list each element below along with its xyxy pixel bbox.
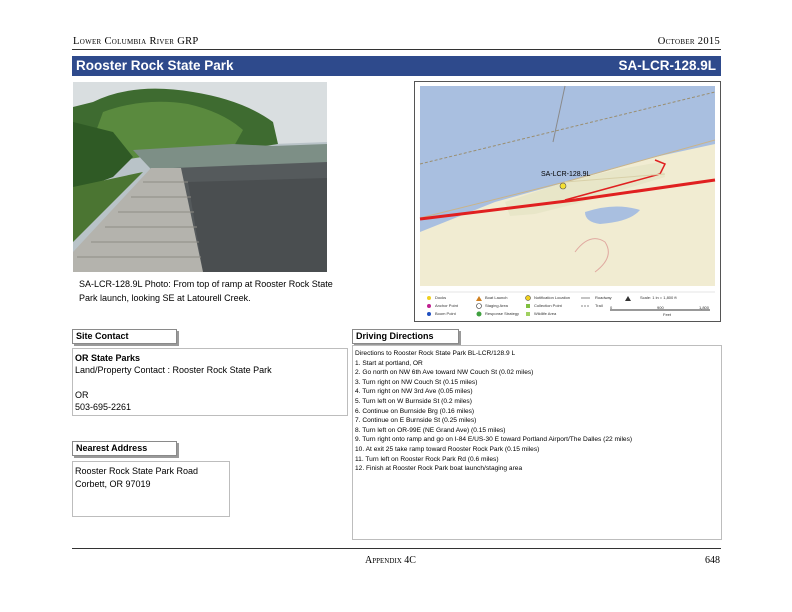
legend-collection: Collection Point <box>534 303 562 308</box>
legend-notification: Notification Location <box>534 295 571 300</box>
title-bar: Rooster Rock State Park SA-LCR-128.9L <box>72 56 721 76</box>
contact-line: Land/Property Contact : Rooster Rock Sta… <box>75 365 272 375</box>
legend-scale: Scale: 1 in = 1,800 ft <box>640 295 677 300</box>
driving-directions-label: Driving Directions <box>352 329 459 344</box>
nearest-address-panel: Rooster Rock State Park Road Corbett, OR… <box>72 461 230 517</box>
photo-caption: SA-LCR-128.9L Photo: From top of ramp at… <box>79 279 333 303</box>
scale-label-1800: 1,800 <box>699 305 710 310</box>
header-rule <box>72 49 721 50</box>
site-name: Rooster Rock State Park <box>76 58 234 73</box>
legend-boom: Boom Point <box>435 311 456 316</box>
direction-step: 1. Start at portland, OR <box>355 359 423 367</box>
legend-strategy: Response Strategy <box>485 311 520 316</box>
legend-trail: Trail <box>595 303 603 308</box>
direction-step: 11. Turn left on Rooster Rock Park Rd (0… <box>355 455 499 463</box>
nearest-address-label: Nearest Address <box>72 441 177 456</box>
scale-unit: Feet <box>663 312 672 317</box>
site-contact-panel: OR State Parks Land/Property Contact : R… <box>72 348 348 416</box>
direction-step: 6. Continue on Burnside Brg (0.16 miles) <box>355 407 475 415</box>
map-site-label: SA-LCR-128.9L <box>541 171 591 178</box>
direction-step: 10. At exit 25 take ramp toward Rooster … <box>355 445 540 453</box>
legend-roadway: Roadway <box>595 295 612 300</box>
direction-step: 12. Finish at Rooster Rock Park boat lau… <box>355 465 523 473</box>
direction-step: 9. Turn right onto ramp and go on I-84 E… <box>355 436 633 444</box>
contact-state: OR <box>75 390 89 400</box>
footer-appendix: Appendix 4C <box>365 555 416 566</box>
direction-step: 5. Turn left on W Burnside St (0.2 miles… <box>355 397 472 405</box>
legend-wildlife: Wildlife Area <box>534 311 557 316</box>
page-number: 648 <box>705 555 720 566</box>
legend-docks: Docks <box>435 295 447 300</box>
legend-boat-launch: Boat Launch <box>485 295 508 300</box>
direction-step: 3. Turn right on NW Couch St (0.15 miles… <box>355 378 478 386</box>
header-right: October 2015 <box>657 36 720 47</box>
direction-step: 4. Turn right on NW 3rd Ave (0.05 miles) <box>355 388 473 396</box>
header-left: Lower Columbia River GRP <box>73 36 199 47</box>
footer-rule <box>72 548 721 549</box>
contact-phone: 503-695-2261 <box>75 402 132 412</box>
directions-list: Directions to Rooster Rock State Park BL… <box>355 349 632 474</box>
site-contact-label: Site Contact <box>72 329 177 344</box>
legend-anchor: Anchor Point <box>435 303 458 308</box>
address-line1: Rooster Rock State Park Road <box>75 466 199 476</box>
site-photo <box>73 82 327 272</box>
site-map: SA-LCR-128.9L Docks Boat Launch Notifica… <box>414 81 721 322</box>
site-code: SA-LCR-128.9L <box>618 58 716 73</box>
direction-step: 8. Turn left on OR-99E (NE Grand Ave) (0… <box>355 426 506 434</box>
legend-staging: Staging Area <box>485 303 508 308</box>
direction-step: 7. Continue on E Burnside St (0.25 miles… <box>355 417 477 425</box>
contact-org: OR State Parks <box>75 353 141 363</box>
direction-step: 2. Go north on NW 6th Ave toward NW Couc… <box>355 369 534 377</box>
directions-heading: Directions to Rooster Rock State Park BL… <box>355 350 516 357</box>
driving-directions-panel: Directions to Rooster Rock State Park BL… <box>352 345 722 540</box>
address-line2: Corbett, OR 97019 <box>75 479 151 489</box>
scale-label-900: 900 <box>657 305 664 310</box>
scale-label-0: 0 <box>610 305 613 310</box>
